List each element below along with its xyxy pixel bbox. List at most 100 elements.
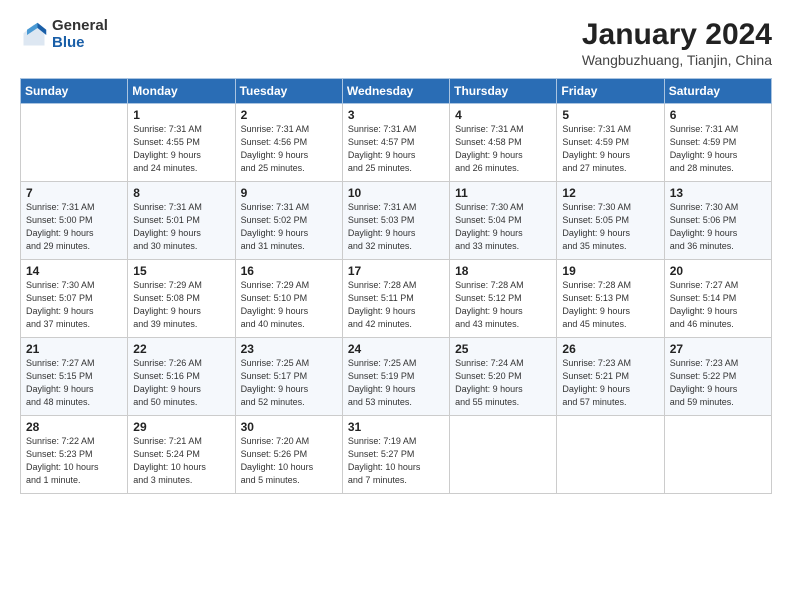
day-number: 23 [241, 342, 337, 356]
logo-blue: Blue [52, 35, 108, 52]
calendar-subtitle: Wangbuzhuang, Tianjin, China [582, 52, 772, 68]
day-cell [557, 416, 664, 494]
day-info: Sunrise: 7:25 AM Sunset: 5:19 PM Dayligh… [348, 357, 444, 409]
day-number: 7 [26, 186, 122, 200]
day-info: Sunrise: 7:25 AM Sunset: 5:17 PM Dayligh… [241, 357, 337, 409]
day-cell: 11Sunrise: 7:30 AM Sunset: 5:04 PM Dayli… [450, 182, 557, 260]
day-number: 31 [348, 420, 444, 434]
day-info: Sunrise: 7:31 AM Sunset: 4:58 PM Dayligh… [455, 123, 551, 175]
day-number: 8 [133, 186, 229, 200]
day-info: Sunrise: 7:27 AM Sunset: 5:14 PM Dayligh… [670, 279, 766, 331]
day-number: 30 [241, 420, 337, 434]
day-number: 19 [562, 264, 658, 278]
day-number: 21 [26, 342, 122, 356]
day-number: 26 [562, 342, 658, 356]
day-cell: 19Sunrise: 7:28 AM Sunset: 5:13 PM Dayli… [557, 260, 664, 338]
day-cell: 5Sunrise: 7:31 AM Sunset: 4:59 PM Daylig… [557, 104, 664, 182]
header-cell-wednesday: Wednesday [342, 79, 449, 104]
week-row-5: 28Sunrise: 7:22 AM Sunset: 5:23 PM Dayli… [21, 416, 772, 494]
day-number: 22 [133, 342, 229, 356]
logo: General Blue [20, 18, 108, 51]
header-cell-friday: Friday [557, 79, 664, 104]
week-row-2: 7Sunrise: 7:31 AM Sunset: 5:00 PM Daylig… [21, 182, 772, 260]
day-info: Sunrise: 7:31 AM Sunset: 4:55 PM Dayligh… [133, 123, 229, 175]
day-number: 27 [670, 342, 766, 356]
day-cell: 6Sunrise: 7:31 AM Sunset: 4:59 PM Daylig… [664, 104, 771, 182]
header-cell-tuesday: Tuesday [235, 79, 342, 104]
day-number: 11 [455, 186, 551, 200]
day-info: Sunrise: 7:30 AM Sunset: 5:05 PM Dayligh… [562, 201, 658, 253]
day-info: Sunrise: 7:31 AM Sunset: 4:59 PM Dayligh… [562, 123, 658, 175]
header-row: SundayMondayTuesdayWednesdayThursdayFrid… [21, 79, 772, 104]
day-cell: 20Sunrise: 7:27 AM Sunset: 5:14 PM Dayli… [664, 260, 771, 338]
day-cell: 8Sunrise: 7:31 AM Sunset: 5:01 PM Daylig… [128, 182, 235, 260]
day-info: Sunrise: 7:30 AM Sunset: 5:07 PM Dayligh… [26, 279, 122, 331]
logo-general: General [52, 18, 108, 35]
calendar-table: SundayMondayTuesdayWednesdayThursdayFrid… [20, 78, 772, 494]
day-number: 6 [670, 108, 766, 122]
day-info: Sunrise: 7:22 AM Sunset: 5:23 PM Dayligh… [26, 435, 122, 487]
day-cell: 14Sunrise: 7:30 AM Sunset: 5:07 PM Dayli… [21, 260, 128, 338]
day-cell: 24Sunrise: 7:25 AM Sunset: 5:19 PM Dayli… [342, 338, 449, 416]
day-cell: 13Sunrise: 7:30 AM Sunset: 5:06 PM Dayli… [664, 182, 771, 260]
day-info: Sunrise: 7:24 AM Sunset: 5:20 PM Dayligh… [455, 357, 551, 409]
day-info: Sunrise: 7:31 AM Sunset: 5:00 PM Dayligh… [26, 201, 122, 253]
day-info: Sunrise: 7:19 AM Sunset: 5:27 PM Dayligh… [348, 435, 444, 487]
day-cell: 16Sunrise: 7:29 AM Sunset: 5:10 PM Dayli… [235, 260, 342, 338]
day-number: 13 [670, 186, 766, 200]
day-info: Sunrise: 7:28 AM Sunset: 5:13 PM Dayligh… [562, 279, 658, 331]
day-cell: 4Sunrise: 7:31 AM Sunset: 4:58 PM Daylig… [450, 104, 557, 182]
day-cell [21, 104, 128, 182]
day-number: 18 [455, 264, 551, 278]
page: General Blue January 2024 Wangbuzhuang, … [0, 0, 792, 612]
day-number: 9 [241, 186, 337, 200]
day-cell: 21Sunrise: 7:27 AM Sunset: 5:15 PM Dayli… [21, 338, 128, 416]
logo-text: General Blue [52, 18, 108, 51]
day-info: Sunrise: 7:30 AM Sunset: 5:04 PM Dayligh… [455, 201, 551, 253]
day-cell: 31Sunrise: 7:19 AM Sunset: 5:27 PM Dayli… [342, 416, 449, 494]
day-number: 20 [670, 264, 766, 278]
day-cell: 15Sunrise: 7:29 AM Sunset: 5:08 PM Dayli… [128, 260, 235, 338]
day-number: 14 [26, 264, 122, 278]
day-cell: 3Sunrise: 7:31 AM Sunset: 4:57 PM Daylig… [342, 104, 449, 182]
day-info: Sunrise: 7:31 AM Sunset: 5:03 PM Dayligh… [348, 201, 444, 253]
day-number: 12 [562, 186, 658, 200]
day-cell: 26Sunrise: 7:23 AM Sunset: 5:21 PM Dayli… [557, 338, 664, 416]
day-number: 16 [241, 264, 337, 278]
day-cell: 1Sunrise: 7:31 AM Sunset: 4:55 PM Daylig… [128, 104, 235, 182]
day-cell: 23Sunrise: 7:25 AM Sunset: 5:17 PM Dayli… [235, 338, 342, 416]
day-info: Sunrise: 7:27 AM Sunset: 5:15 PM Dayligh… [26, 357, 122, 409]
day-cell: 27Sunrise: 7:23 AM Sunset: 5:22 PM Dayli… [664, 338, 771, 416]
day-info: Sunrise: 7:31 AM Sunset: 4:59 PM Dayligh… [670, 123, 766, 175]
day-cell: 12Sunrise: 7:30 AM Sunset: 5:05 PM Dayli… [557, 182, 664, 260]
day-info: Sunrise: 7:29 AM Sunset: 5:10 PM Dayligh… [241, 279, 337, 331]
calendar-header: SundayMondayTuesdayWednesdayThursdayFrid… [21, 79, 772, 104]
header-cell-thursday: Thursday [450, 79, 557, 104]
day-cell: 10Sunrise: 7:31 AM Sunset: 5:03 PM Dayli… [342, 182, 449, 260]
calendar-body: 1Sunrise: 7:31 AM Sunset: 4:55 PM Daylig… [21, 104, 772, 494]
day-cell: 9Sunrise: 7:31 AM Sunset: 5:02 PM Daylig… [235, 182, 342, 260]
day-number: 24 [348, 342, 444, 356]
day-info: Sunrise: 7:23 AM Sunset: 5:21 PM Dayligh… [562, 357, 658, 409]
day-number: 17 [348, 264, 444, 278]
day-info: Sunrise: 7:20 AM Sunset: 5:26 PM Dayligh… [241, 435, 337, 487]
day-cell: 22Sunrise: 7:26 AM Sunset: 5:16 PM Dayli… [128, 338, 235, 416]
calendar-title: January 2024 [582, 18, 772, 52]
week-row-3: 14Sunrise: 7:30 AM Sunset: 5:07 PM Dayli… [21, 260, 772, 338]
logo-icon [20, 21, 48, 49]
day-cell: 30Sunrise: 7:20 AM Sunset: 5:26 PM Dayli… [235, 416, 342, 494]
day-cell: 25Sunrise: 7:24 AM Sunset: 5:20 PM Dayli… [450, 338, 557, 416]
day-info: Sunrise: 7:31 AM Sunset: 5:01 PM Dayligh… [133, 201, 229, 253]
day-cell: 29Sunrise: 7:21 AM Sunset: 5:24 PM Dayli… [128, 416, 235, 494]
day-info: Sunrise: 7:29 AM Sunset: 5:08 PM Dayligh… [133, 279, 229, 331]
day-cell: 17Sunrise: 7:28 AM Sunset: 5:11 PM Dayli… [342, 260, 449, 338]
header: General Blue January 2024 Wangbuzhuang, … [20, 18, 772, 68]
title-block: January 2024 Wangbuzhuang, Tianjin, Chin… [582, 18, 772, 68]
day-cell: 7Sunrise: 7:31 AM Sunset: 5:00 PM Daylig… [21, 182, 128, 260]
header-cell-monday: Monday [128, 79, 235, 104]
week-row-1: 1Sunrise: 7:31 AM Sunset: 4:55 PM Daylig… [21, 104, 772, 182]
day-number: 3 [348, 108, 444, 122]
day-number: 10 [348, 186, 444, 200]
week-row-4: 21Sunrise: 7:27 AM Sunset: 5:15 PM Dayli… [21, 338, 772, 416]
day-cell: 28Sunrise: 7:22 AM Sunset: 5:23 PM Dayli… [21, 416, 128, 494]
